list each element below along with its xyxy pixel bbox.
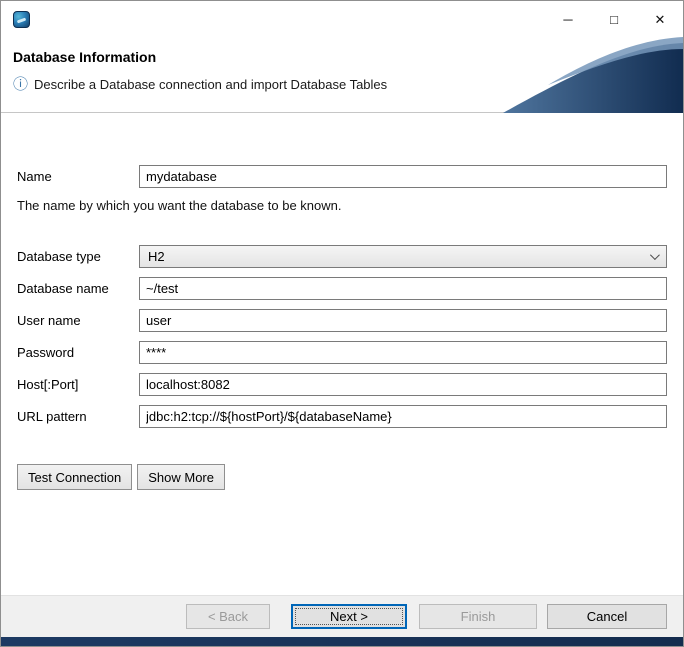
window-controls: ─ □ ✕	[545, 1, 683, 37]
form-row-database-type: Database type H2	[17, 245, 667, 268]
footer-buttons: < Back Next > Finish Cancel	[186, 604, 667, 629]
form-area: Name The name by which you want the data…	[1, 113, 683, 595]
test-connection-button[interactable]: Test Connection	[17, 464, 132, 490]
database-type-selected-value: H2	[148, 249, 165, 264]
user-name-input[interactable]	[139, 309, 667, 332]
wizard-header: Database Information ⓘ Describe a Databa…	[1, 37, 683, 113]
minimize-icon: ─	[563, 13, 572, 26]
database-name-input[interactable]	[139, 277, 667, 300]
next-button[interactable]: Next >	[291, 604, 407, 629]
minimize-button[interactable]: ─	[545, 1, 591, 37]
database-wizard-window: ─ □ ✕ Database Information ⓘ Descri	[0, 0, 684, 647]
close-button[interactable]: ✕	[637, 1, 683, 37]
name-help-text: The name by which you want the database …	[17, 198, 667, 213]
maximize-button[interactable]: □	[591, 1, 637, 37]
url-pattern-label: URL pattern	[17, 409, 139, 424]
database-name-label: Database name	[17, 281, 139, 296]
form-row-user-name: User name	[17, 309, 667, 332]
form-row-name: Name	[17, 165, 667, 188]
show-more-button[interactable]: Show More	[137, 464, 225, 490]
password-input[interactable]	[139, 341, 667, 364]
header-banner	[448, 37, 683, 113]
app-icon	[13, 11, 30, 28]
form-row-host-port: Host[:Port]	[17, 373, 667, 396]
password-label: Password	[17, 345, 139, 360]
host-port-input[interactable]	[139, 373, 667, 396]
form-row-password: Password	[17, 341, 667, 364]
window-bottom-trim	[1, 637, 683, 646]
cancel-button[interactable]: Cancel	[547, 604, 667, 629]
name-label: Name	[17, 169, 139, 184]
page-description: ⓘ Describe a Database connection and imp…	[13, 77, 387, 92]
titlebar: ─ □ ✕	[1, 1, 683, 37]
page-title: Database Information	[13, 49, 156, 65]
page-description-text: Describe a Database connection and impor…	[34, 77, 387, 92]
info-icon: ⓘ	[13, 77, 28, 92]
aux-buttons-row: Test Connection Show More	[17, 464, 667, 490]
url-pattern-input[interactable]	[139, 405, 667, 428]
database-type-combobox[interactable]: H2	[139, 245, 667, 268]
footer-button-bar: < Back Next > Finish Cancel	[1, 595, 683, 637]
close-icon: ✕	[655, 13, 666, 26]
database-type-label: Database type	[17, 249, 139, 264]
form-row-database-name: Database name	[17, 277, 667, 300]
name-input[interactable]	[139, 165, 667, 188]
finish-button[interactable]: Finish	[419, 604, 537, 629]
form-row-url-pattern: URL pattern	[17, 405, 667, 428]
chevron-down-icon	[650, 250, 660, 260]
back-button[interactable]: < Back	[186, 604, 270, 629]
host-port-label: Host[:Port]	[17, 377, 139, 392]
user-name-label: User name	[17, 313, 139, 328]
maximize-icon: □	[610, 13, 618, 26]
